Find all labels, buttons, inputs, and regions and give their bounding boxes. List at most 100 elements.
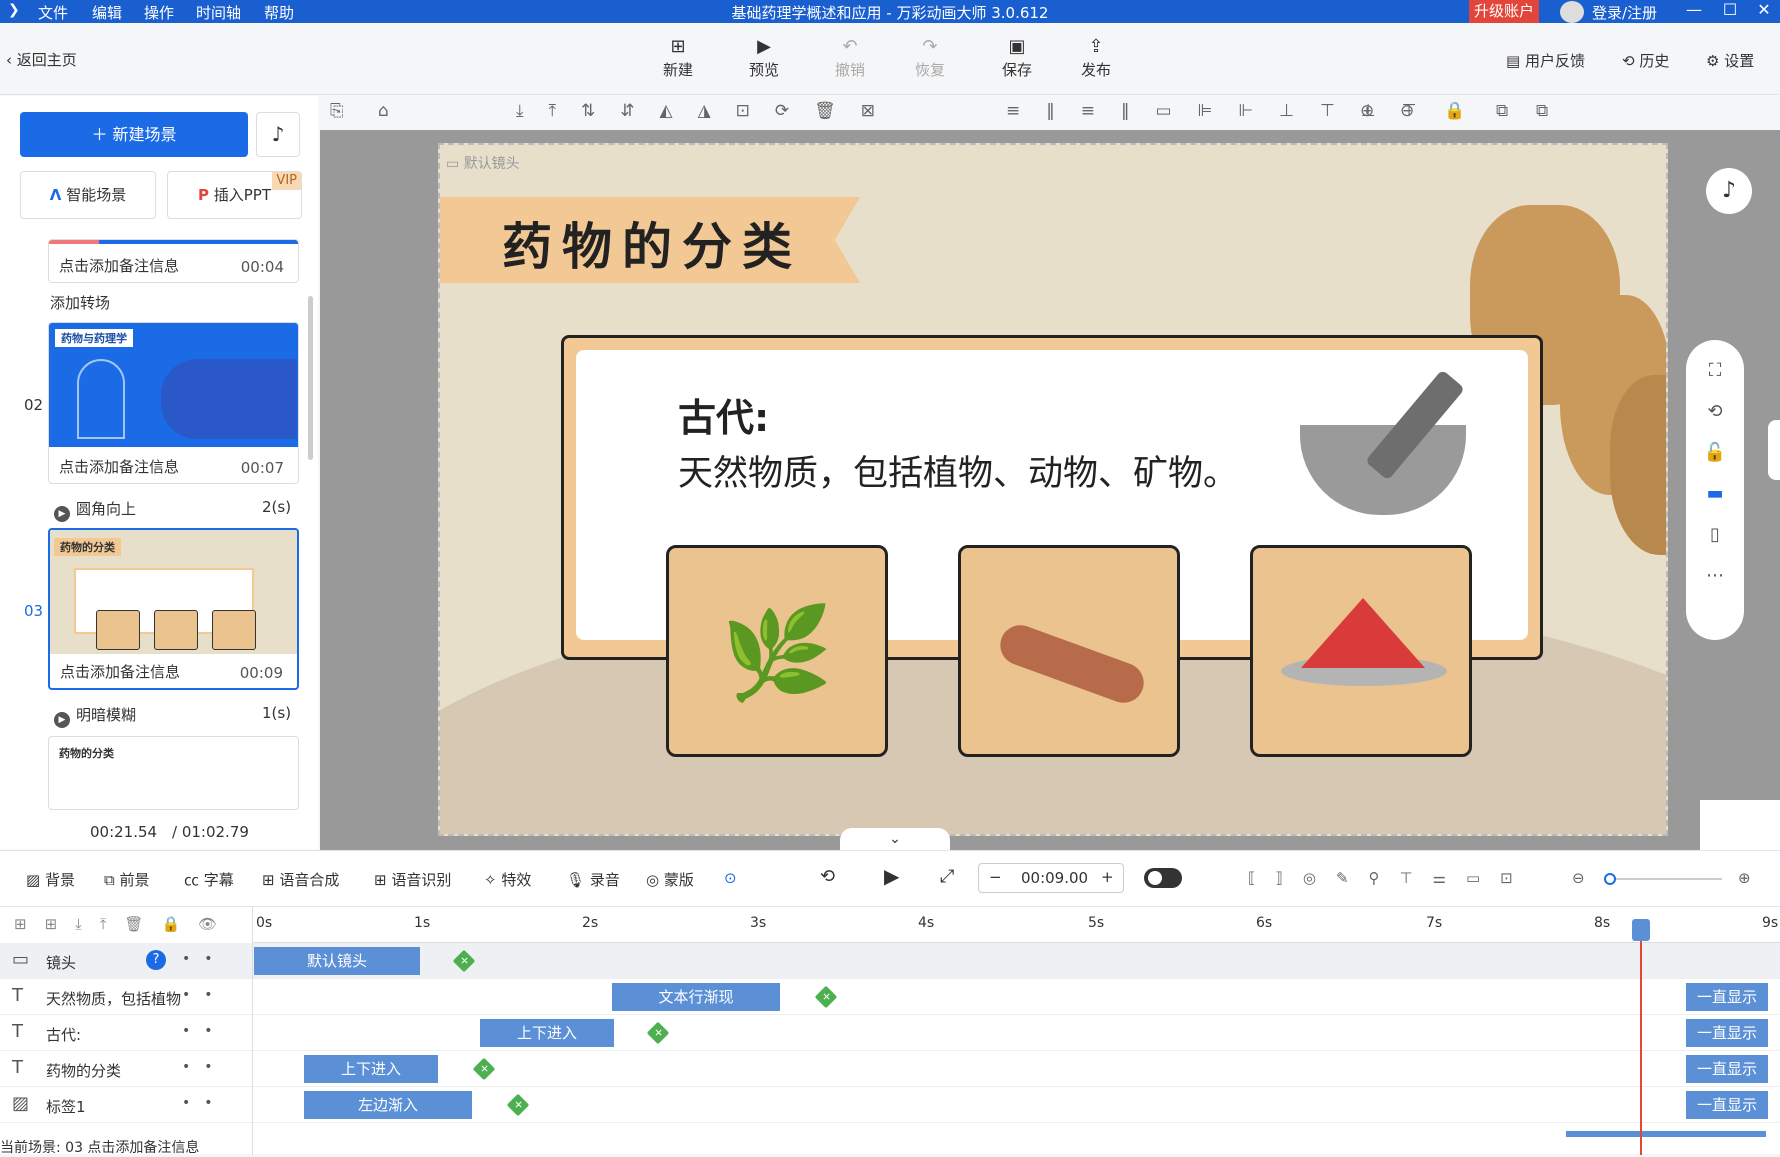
always-show-clip[interactable]: 一直显示 — [1686, 983, 1768, 1011]
home-icon[interactable]: ⌂ — [378, 101, 389, 121]
back-home-link[interactable]: ‹ 返回主页 — [6, 49, 77, 70]
slide-heading[interactable]: 古代: — [678, 387, 769, 442]
zoom-out-icon[interactable]: ⊖ — [1400, 101, 1414, 121]
track-toggles[interactable]: •• — [182, 951, 227, 967]
scene-note[interactable]: 点击添加备注信息 — [59, 456, 179, 477]
time-value[interactable]: 00:09.00 — [1021, 869, 1088, 887]
monitor-icon[interactable]: ▬ — [1686, 483, 1744, 504]
transition-item-2[interactable]: ▶ 明暗模糊 — [54, 704, 136, 728]
toggle-switch[interactable] — [1144, 868, 1182, 888]
heading-clip[interactable]: 上下进入 — [480, 1019, 614, 1047]
always-show-clip[interactable]: 一直显示 — [1686, 1055, 1768, 1083]
rotate-icon[interactable]: ⟲ — [1686, 401, 1744, 422]
timeline-zoom-in-icon[interactable]: ⊕ — [1738, 869, 1751, 887]
bgm-button[interactable]: ♪ — [1706, 168, 1752, 214]
fullscreen-icon[interactable]: ⤢ — [940, 866, 954, 887]
scene-list-scrollbar[interactable] — [308, 296, 313, 460]
login-link[interactable]: 登录/注册 — [1592, 2, 1657, 23]
transition-item-1[interactable]: ▶ 圆角向上 — [54, 498, 136, 522]
add-keyframe-icon[interactable]: + — [452, 949, 476, 973]
timeline-zoom-out-icon[interactable]: ⊖ — [1572, 869, 1585, 887]
slide-body-text[interactable]: 天然物质，包括植物、动物、矿物。 — [678, 445, 1238, 496]
subtitle-button[interactable]: ㏄ 字幕 — [184, 869, 234, 890]
track-label[interactable]: ▨ 标签1 •• 左边渐入 + 一直显示 — [0, 1087, 1780, 1123]
plus-icon[interactable]: + — [1101, 868, 1114, 886]
track-title[interactable]: T 药物的分类 •• 上下进入 + 一直显示 — [0, 1051, 1780, 1087]
close-icon[interactable]: ✕ — [1748, 0, 1780, 23]
time-ruler[interactable]: 0s 1s 2s 3s 4s 5s 6s 7s 8s 9s — [252, 907, 1780, 943]
slide-title[interactable]: 药物的分类 — [502, 207, 802, 279]
maximize-icon[interactable]: ☐ — [1714, 0, 1746, 23]
track-camera[interactable]: ▭ 镜头 ? •• 默认镜头 + — [0, 943, 1780, 979]
track-toggles[interactable]: •• — [182, 1023, 227, 1039]
minus-icon[interactable]: − — [989, 868, 1002, 886]
settings-link[interactable]: ⚙ 设置 — [1706, 50, 1754, 71]
add-keyframe-icon[interactable]: + — [814, 985, 838, 1009]
scene-card-4[interactable]: 药物的分类 — [48, 736, 299, 810]
zoom-in-icon[interactable]: ⊕ — [1360, 101, 1374, 121]
title-clip[interactable]: 上下进入 — [304, 1055, 438, 1083]
minimize-icon[interactable]: — — [1678, 0, 1710, 23]
always-show-clip[interactable]: 一直显示 — [1686, 1091, 1768, 1119]
scene-note[interactable]: 点击添加备注信息 — [60, 661, 180, 682]
record-button[interactable]: 🎙 录音 — [566, 869, 620, 890]
save-button[interactable]: ▣ 保存 — [987, 35, 1047, 80]
time-stepper[interactable]: − 00:09.00 + — [978, 863, 1124, 893]
background-button[interactable]: ▨ 背景 — [26, 869, 75, 890]
scene-card-2[interactable]: 药物与药理学 点击添加备注信息 00:07 — [48, 322, 299, 484]
play-button[interactable]: ▶ — [884, 864, 899, 888]
redo-button[interactable]: ↷ 恢复 — [900, 35, 960, 80]
slide-canvas[interactable]: ▭ 默认镜头 药物的分类 古代: 天然物质，包括植物、动物、矿物。 🌿 — [438, 143, 1668, 836]
add-transition-label[interactable]: 添加转场 — [50, 292, 110, 313]
track-toggles[interactable]: •• — [182, 1095, 227, 1111]
help-icon[interactable]: ? — [146, 950, 166, 970]
track-toggles[interactable]: •• — [182, 987, 227, 1003]
insert-ppt-button[interactable]: P 插入PPT VIP — [167, 171, 302, 219]
new-button[interactable]: ⊞ 新建 — [648, 35, 708, 80]
scene-card-1[interactable]: 点击添加备注信息 00:04 — [48, 239, 299, 283]
music-button[interactable]: ♪ — [256, 112, 300, 157]
tts-button[interactable]: ⊞ 语音合成 — [262, 869, 339, 890]
distribute-tools-icons[interactable]: ≡‖≡‖▭⊫⊩⊥⊤⊥⊤ — [1006, 101, 1442, 121]
minimap-button[interactable] — [1700, 800, 1780, 850]
add-keyframe-icon[interactable]: + — [472, 1057, 496, 1081]
speech-recognition-button[interactable]: ⊞ 语音识别 — [374, 869, 451, 890]
plant-card[interactable]: 🌿 — [666, 545, 888, 757]
playhead-handle[interactable] — [1632, 919, 1650, 941]
undo-button[interactable]: ↶ 撤销 — [820, 35, 880, 80]
new-scene-button[interactable]: ＋ 新建场景 — [20, 112, 248, 157]
zoom-slider-handle[interactable] — [1604, 873, 1616, 885]
smart-scene-button[interactable]: Λ 智能场景 — [20, 171, 156, 219]
history-link[interactable]: ⟲ 历史 — [1622, 50, 1669, 71]
publish-button[interactable]: ⇪ 发布 — [1066, 35, 1126, 80]
timeline-tools-icons[interactable]: ⟦⟧◎✎⚲⊤⚌▭⊡ — [1248, 869, 1533, 887]
mineral-card[interactable] — [1250, 545, 1472, 757]
scene-note[interactable]: 点击添加备注信息 — [59, 255, 179, 276]
fit-screen-icon[interactable]: ⛶ — [1686, 360, 1744, 381]
animal-card[interactable] — [958, 545, 1180, 757]
camera-clip[interactable]: 默认镜头 — [254, 947, 420, 975]
unlock-icon[interactable]: 🔓 — [1686, 442, 1744, 463]
foreground-button[interactable]: ⧉ 前景 — [104, 869, 150, 890]
paste-icon[interactable]: ⧉ — [1536, 101, 1548, 121]
next-track-clip[interactable] — [1566, 1131, 1766, 1137]
collapse-right-panel-icon[interactable] — [1768, 420, 1780, 480]
scene-card-3[interactable]: 药物的分类 点击添加备注信息 00:09 — [48, 528, 299, 690]
text-body-clip[interactable]: 文本行渐现 — [612, 983, 780, 1011]
track-text-body[interactable]: T 天然物质，包括植物 •• 文本行渐现 + 一直显示 — [0, 979, 1780, 1015]
upgrade-button[interactable]: 升级账户 — [1469, 0, 1539, 23]
track-toggles[interactable]: •• — [182, 1059, 227, 1075]
more-options-icon[interactable]: ⊙ — [724, 869, 737, 887]
always-show-clip[interactable]: 一直显示 — [1686, 1019, 1768, 1047]
label-clip[interactable]: 左边渐入 — [304, 1091, 472, 1119]
add-keyframe-icon[interactable]: + — [646, 1021, 670, 1045]
layer-tools-icons[interactable]: ⊞⊞⤓⤒🗑🔒👁 — [0, 907, 252, 943]
replay-icon[interactable]: ⟲ — [820, 866, 835, 887]
lock-icon[interactable]: 🔒 — [1444, 101, 1465, 121]
copy-icon[interactable]: ⧉ — [1496, 101, 1508, 121]
feedback-link[interactable]: ▤ 用户反馈 — [1506, 50, 1585, 71]
preview-button[interactable]: ▶ 预览 — [734, 35, 794, 80]
align-tools-icons[interactable]: ⤓⤒⇅⇵◭◮⊡⟳🗑⊠ — [516, 101, 900, 121]
format-painter-icon[interactable]: ⎘ — [330, 101, 344, 121]
effects-button[interactable]: ✧ 特效 — [484, 869, 531, 890]
